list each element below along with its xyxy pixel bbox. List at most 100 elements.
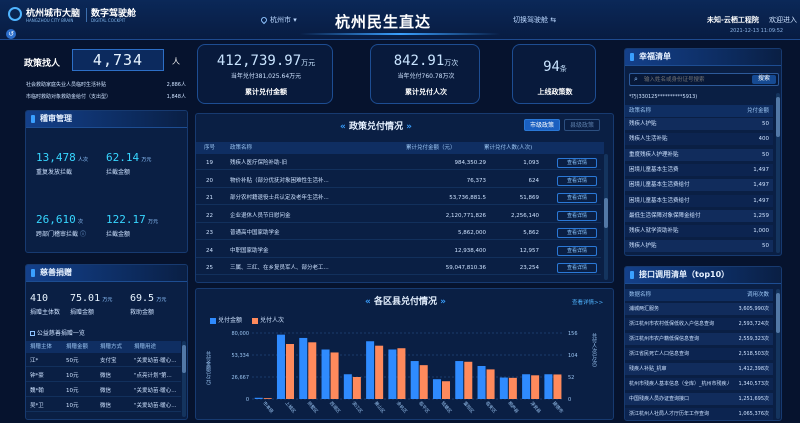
list-item[interactable]: 最低生活保障对象保障金给付 1,259	[625, 209, 773, 222]
view-detail-button[interactable]: 查看详情	[557, 245, 597, 256]
city-selector[interactable]: 杭州市 ▾	[270, 15, 297, 25]
bar-amount[interactable]	[477, 366, 486, 399]
policy-amount: 1,259	[753, 212, 769, 219]
x-tick-label: 建德市	[551, 400, 565, 415]
bar-count[interactable]	[486, 369, 495, 399]
list-item[interactable]: 浙江省民死亡人口信息查询 2,518,503次	[625, 348, 773, 360]
interface-calls: 1,065,376次	[738, 411, 769, 417]
list-item[interactable]: 杭州市残疾人基本信息（全库）_杭州市残疾人联... 1,340,573次	[625, 378, 773, 390]
view-detail-button[interactable]: 查看详情	[557, 263, 597, 273]
county-policy-tab[interactable]: 县级政策	[564, 119, 600, 131]
list-item[interactable]: 困境儿童基本生活费 1,497	[625, 163, 773, 176]
bar-count[interactable]	[285, 344, 295, 399]
policy-amount: 1,497	[753, 182, 769, 189]
bar-count[interactable]	[553, 374, 562, 399]
charity-scrollbar[interactable]	[182, 341, 186, 417]
policy-name: 残疾人医疗保险补助-旧	[230, 160, 287, 166]
list-item[interactable]: 残疾人护贴 50	[625, 118, 773, 130]
bar-amount[interactable]	[410, 361, 419, 399]
bar-amount[interactable]	[522, 374, 531, 399]
bar-count[interactable]	[397, 348, 406, 399]
list-item[interactable]: 困境儿童基本生活费给付 1,497	[625, 194, 773, 207]
kpi-amount-value: 412,739.97	[216, 53, 302, 69]
bar-amount[interactable]	[276, 334, 285, 399]
find-people-row-1: 社会救助家庭失业人员临时生活补贴 2,886人	[26, 82, 186, 88]
bar-count[interactable]	[263, 398, 272, 399]
kpi-count-unit: 万次	[444, 59, 459, 67]
bar-amount[interactable]	[321, 349, 330, 400]
bar-amount[interactable]	[366, 341, 375, 399]
policy-index: 24	[206, 247, 213, 254]
info-icon[interactable]: ⓘ	[80, 231, 86, 238]
x-tick-label: 上城区	[283, 400, 297, 415]
list-item[interactable]: 残疾人就学资助补贴 1,000	[625, 225, 773, 238]
charity-panel: 慈善捐赠 410 捐赠主体数 75.01 万元 捐赠金额 69.5 万元 救助金…	[25, 264, 188, 420]
bar-count[interactable]	[441, 381, 451, 399]
bar-count[interactable]	[531, 375, 540, 399]
policy-count: 23,254	[519, 265, 539, 271]
view-detail-button[interactable]: 查看详情	[557, 158, 597, 168]
bar-count[interactable]	[375, 345, 384, 399]
policy-index: 25	[206, 265, 213, 271]
view-detail-button[interactable]: 查看详情	[557, 228, 597, 238]
app-subtitle: DIGITAL COCKPIT	[91, 18, 126, 23]
table-cell: 微信	[100, 373, 112, 379]
list-item[interactable]: 残疾人护贴 50	[625, 240, 773, 253]
policy-name: 重度残疾人护理补贴	[629, 151, 679, 158]
list-item[interactable]: 中国残疾人员办证查询接口 1,251,695次	[625, 393, 773, 405]
x-tick-label: 余杭区	[395, 400, 409, 415]
policy-count: 12,957	[519, 247, 539, 254]
bar-amount[interactable]	[299, 337, 308, 399]
bar-count[interactable]	[419, 365, 428, 399]
bar-count[interactable]	[508, 377, 517, 399]
bar-count[interactable]	[308, 342, 317, 399]
bar-count[interactable]	[330, 352, 339, 399]
switch-cockpit-button[interactable]: 切换驾驶舱 ⇆	[513, 15, 556, 25]
donor-count-stat: 410 捐赠主体数	[30, 293, 61, 316]
bar-amount[interactable]	[455, 361, 464, 399]
table-cell: "点亮计划"第...	[134, 373, 172, 379]
audit-panel: 稽审管理 13,478 人次 重复发放拦截 62.14 万元 拦截金额 26,6…	[25, 110, 188, 253]
checkbox-icon	[30, 331, 35, 336]
view-detail-button[interactable]: 查看详情	[557, 175, 597, 186]
policy-title: « 政策兑付情况 »	[340, 122, 412, 132]
list-item[interactable]: 浙江杭州人社局人才厅历年工作查询 1,065,376次	[625, 408, 773, 420]
list-item[interactable]: 浦城两汇服务 3,605,990次	[625, 303, 773, 315]
list-item[interactable]: 残疾人补贴_机审 1,412,398次	[625, 363, 773, 375]
charity-table-header: 捐赠主体 捐赠金额 捐赠方式 捐赠用途	[26, 341, 181, 353]
list-item[interactable]: 浙江杭州市农户籍低保信息查询 2,559,323次	[625, 333, 773, 345]
y2-tick-label: 0	[568, 397, 571, 403]
policy-name: 残疾人生活补贴	[629, 136, 668, 143]
view-detail-button[interactable]: 查看详情	[557, 193, 597, 203]
bar-amount[interactable]	[432, 379, 441, 399]
bar-count[interactable]	[464, 361, 473, 399]
list-item[interactable]: 浙江杭州市农村低保低收入户信息查询 2,593,724次	[625, 318, 773, 330]
policy-scrollbar[interactable]	[604, 154, 608, 280]
policy-amount: 400	[758, 136, 770, 143]
policy-index: 22	[206, 212, 213, 219]
back-icon[interactable]: ↺	[6, 29, 16, 39]
list-item[interactable]: 残疾人生活补贴 400	[625, 133, 773, 146]
policy-count: 51,869	[519, 195, 539, 201]
happiness-scrollbar[interactable]	[776, 93, 780, 253]
interface-scrollbar[interactable]	[776, 289, 780, 419]
bar-amount[interactable]	[343, 374, 352, 399]
bar-amount[interactable]	[254, 397, 263, 399]
table-cell: "关爱幼苗·暖心...	[134, 358, 177, 364]
bar-amount[interactable]	[499, 377, 508, 399]
search-input[interactable]	[644, 75, 748, 85]
list-item[interactable]: 重度残疾人护理补贴 50	[625, 148, 773, 161]
y-tick-label: 80,000	[232, 331, 250, 337]
search-button[interactable]: 搜索	[752, 75, 776, 84]
list-item[interactable]: 困境儿童基本生活费给付 1,497	[625, 179, 773, 192]
view-detail-button[interactable]: 查看详情	[557, 210, 597, 221]
city-policy-tab[interactable]: 市级政策	[524, 119, 560, 131]
bar-amount[interactable]	[544, 374, 553, 399]
policy-amount: 2,120,771,826	[445, 212, 486, 219]
policy-name: 企业退休人员节日慰问金	[230, 212, 291, 219]
y-axis-label: 兑付金额(万元)	[205, 350, 211, 385]
bar-amount[interactable]	[388, 349, 397, 400]
charity-title: 慈善捐赠	[26, 265, 187, 282]
table-row: 22 企业退休人员节日慰问金 2,120,771,826 2,256,140 查看详情	[196, 209, 601, 223]
bar-count[interactable]	[352, 377, 361, 399]
